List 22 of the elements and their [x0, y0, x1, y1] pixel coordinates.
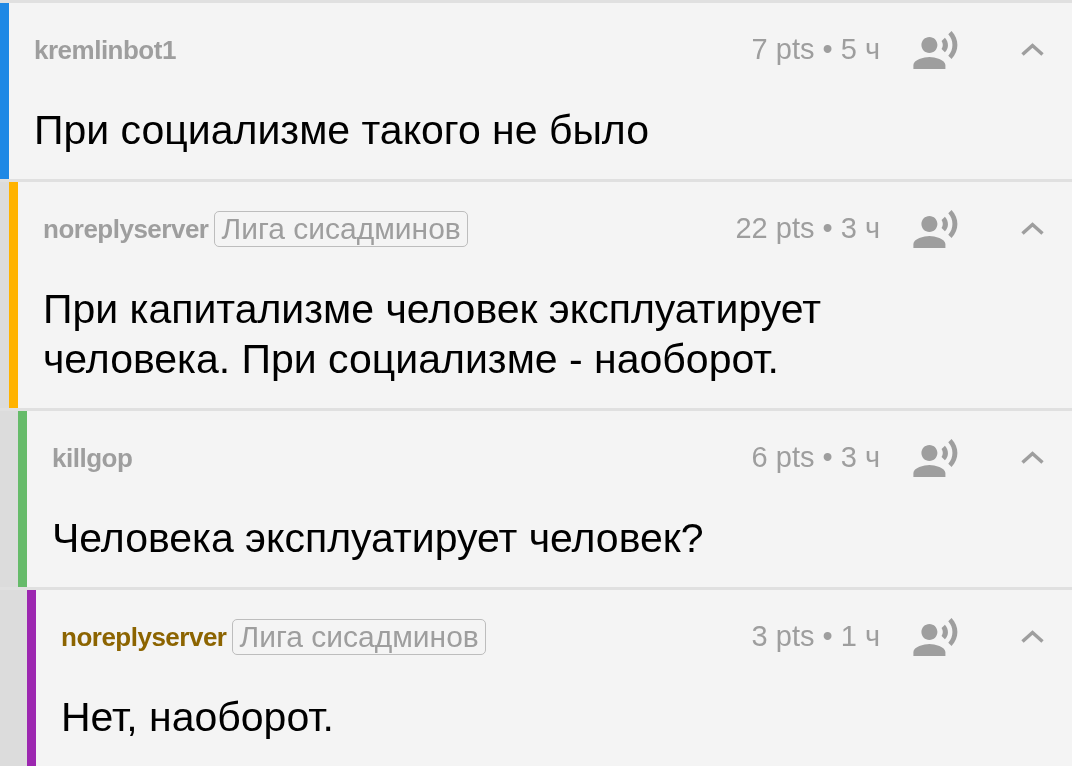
person-voice-icon[interactable]: [913, 31, 958, 69]
person-voice-icon[interactable]: [913, 210, 958, 248]
person-voice-icon[interactable]: [913, 618, 958, 656]
comment-score-age: 3 pts • 1 ч: [751, 619, 880, 655]
comment-body: При социализме такого не было: [34, 106, 651, 155]
comment-score-age: 7 pts • 5 ч: [751, 32, 880, 68]
comment-author[interactable]: kremlinbot1: [34, 30, 176, 70]
comment-score-age: 22 pts • 3 ч: [735, 211, 880, 247]
comment-body: При капитализме человек эксплуатирует человека. При социализме - наоборот.: [43, 285, 823, 384]
chevron-up-icon[interactable]: [1020, 43, 1045, 57]
chevron-up-icon[interactable]: [1020, 451, 1045, 465]
comment-author[interactable]: noreplyserver: [61, 617, 227, 657]
person-voice-icon[interactable]: [913, 439, 958, 477]
comment-body: Нет, наоборот.: [61, 693, 335, 742]
user-flair: Лига сисадминов: [214, 211, 468, 247]
comment-author[interactable]: killgop: [52, 438, 133, 478]
comment-body: Человека эксплуатирует человек?: [52, 514, 705, 563]
comment-author[interactable]: noreplyserver: [43, 209, 209, 249]
chevron-up-icon[interactable]: [1020, 222, 1045, 236]
user-flair: Лига сисадминов: [232, 619, 486, 655]
chevron-up-icon[interactable]: [1020, 630, 1045, 644]
comment-score-age: 6 pts • 3 ч: [751, 440, 880, 476]
